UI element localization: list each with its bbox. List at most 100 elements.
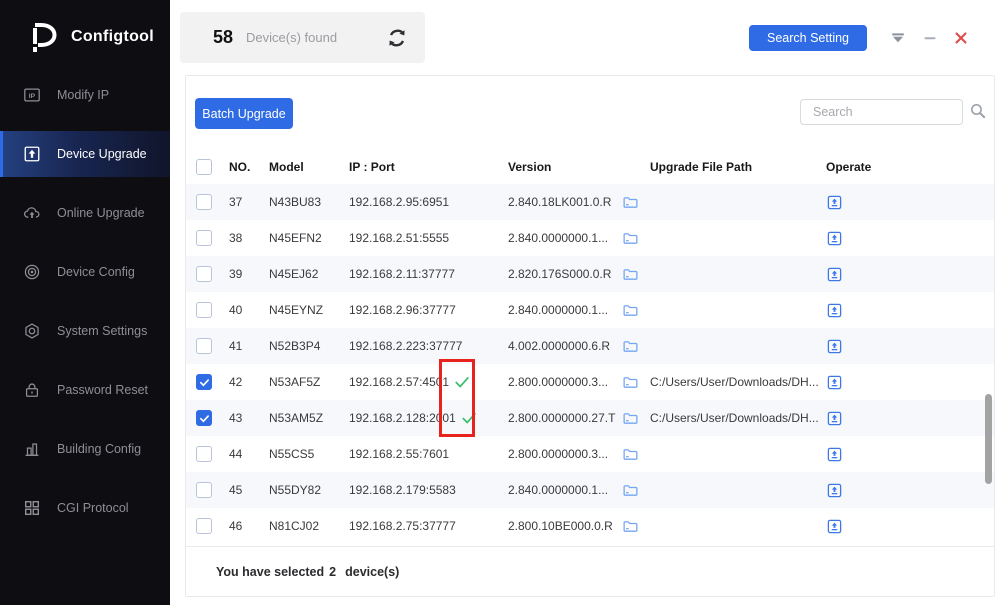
minimize-icon[interactable] bbox=[921, 29, 939, 47]
cell-model: N55CS5 bbox=[258, 447, 349, 461]
cell-version: 2.840.0000000.1... bbox=[508, 483, 622, 497]
device-count-label: Device(s) found bbox=[246, 30, 337, 45]
selection-suffix: device(s) bbox=[345, 565, 399, 579]
upload-icon[interactable] bbox=[826, 482, 994, 499]
cell-no: 40 bbox=[220, 303, 258, 317]
collapse-icon[interactable] bbox=[889, 29, 907, 47]
row-checkbox[interactable] bbox=[196, 230, 212, 246]
cell-no: 45 bbox=[220, 483, 258, 497]
configtool-window: Configtool IP Modify IP Device Upgrade Onli… bbox=[0, 0, 1000, 605]
cell-version: 2.840.0000000.1... bbox=[508, 231, 622, 245]
device-config-icon bbox=[23, 263, 41, 281]
folder-icon[interactable] bbox=[622, 266, 650, 283]
row-checkbox[interactable] bbox=[196, 302, 212, 318]
cell-no: 37 bbox=[220, 195, 258, 209]
folder-icon[interactable] bbox=[622, 302, 650, 319]
cell-no: 41 bbox=[220, 339, 258, 353]
upload-icon[interactable] bbox=[826, 446, 994, 463]
upload-icon[interactable] bbox=[826, 194, 994, 211]
row-checkbox[interactable] bbox=[196, 482, 212, 498]
row-checkbox[interactable] bbox=[196, 338, 212, 354]
table-row: 40N45EYNZ192.168.2.96:377772.840.0000000… bbox=[186, 292, 994, 328]
table-row: 46N81CJ02192.168.2.75:377772.800.10BE000… bbox=[186, 508, 994, 544]
batch-upgrade-button[interactable]: Batch Upgrade bbox=[195, 98, 293, 129]
selection-count: 2 bbox=[329, 565, 336, 579]
upgrade-success-check-icon bbox=[460, 409, 478, 427]
folder-icon[interactable] bbox=[622, 338, 650, 355]
cell-version: 2.800.0000000.3... bbox=[508, 375, 622, 389]
row-checkbox[interactable] bbox=[196, 518, 212, 534]
search-icon[interactable] bbox=[969, 102, 987, 120]
brand-title: Configtool bbox=[71, 28, 154, 46]
cell-ip-port: 192.168.2.55:7601 bbox=[349, 447, 508, 461]
device-table-card: Batch Upgrade NO. Model IP : Port Versio… bbox=[185, 75, 995, 597]
cell-ip-port: 192.168.2.57:4501 bbox=[349, 373, 508, 391]
cgi-protocol-icon bbox=[23, 499, 41, 517]
folder-icon[interactable] bbox=[622, 230, 650, 247]
refresh-icon[interactable] bbox=[385, 26, 409, 50]
sidebar-item-device-config[interactable]: Device Config bbox=[0, 249, 170, 295]
table-body: 37N43BU83192.168.2.95:69512.840.18LK001.… bbox=[186, 184, 994, 544]
upload-icon[interactable] bbox=[826, 518, 994, 535]
svg-text:IP: IP bbox=[29, 93, 36, 100]
device-count: 58 bbox=[213, 27, 233, 48]
cell-version: 2.840.18LK001.0.R bbox=[508, 195, 622, 209]
folder-icon[interactable] bbox=[622, 518, 650, 535]
folder-icon[interactable] bbox=[622, 194, 650, 211]
cell-no: 43 bbox=[220, 411, 258, 425]
upgrade-success-check-icon bbox=[453, 373, 471, 391]
upload-icon[interactable] bbox=[826, 302, 994, 319]
device-count-card: 58 Device(s) found bbox=[180, 12, 425, 63]
table-row: 42N53AF5Z192.168.2.57:45012.800.0000000.… bbox=[186, 364, 994, 400]
cell-ip-port: 192.168.2.75:37777 bbox=[349, 519, 508, 533]
header-model: Model bbox=[258, 160, 349, 174]
sidebar-item-system-settings[interactable]: System Settings bbox=[0, 308, 170, 354]
close-icon[interactable] bbox=[952, 29, 970, 47]
sidebar-item-device-upgrade[interactable]: Device Upgrade bbox=[0, 131, 170, 177]
sidebar-item-password-reset[interactable]: Password Reset bbox=[0, 367, 170, 413]
folder-icon[interactable] bbox=[622, 410, 650, 427]
cell-model: N45EYNZ bbox=[258, 303, 349, 317]
row-checkbox[interactable] bbox=[196, 446, 212, 462]
cell-no: 38 bbox=[220, 231, 258, 245]
upload-icon[interactable] bbox=[826, 266, 994, 283]
vertical-scrollbar-thumb[interactable] bbox=[985, 394, 992, 484]
cell-version: 2.800.0000000.3... bbox=[508, 447, 622, 461]
upload-icon[interactable] bbox=[826, 338, 994, 355]
sidebar-item-label: Building Config bbox=[57, 442, 141, 456]
cell-model: N81CJ02 bbox=[258, 519, 349, 533]
cell-ip-port: 192.168.2.51:5555 bbox=[349, 231, 508, 245]
row-checkbox[interactable] bbox=[196, 374, 212, 390]
sidebar-item-label: Modify IP bbox=[57, 88, 109, 102]
cell-version: 2.820.176S000.0.R bbox=[508, 267, 622, 281]
row-checkbox[interactable] bbox=[196, 194, 212, 210]
table-header: NO. Model IP : Port Version Upgrade File… bbox=[186, 149, 994, 184]
select-all-checkbox[interactable] bbox=[196, 159, 212, 175]
cell-no: 46 bbox=[220, 519, 258, 533]
header-upgrade-file-path: Upgrade File Path bbox=[650, 160, 820, 174]
cell-version: 4.002.0000000.6.R bbox=[508, 339, 622, 353]
folder-icon[interactable] bbox=[622, 482, 650, 499]
row-checkbox[interactable] bbox=[196, 410, 212, 426]
upload-icon[interactable] bbox=[826, 374, 994, 391]
upload-icon[interactable] bbox=[826, 230, 994, 247]
brand: Configtool bbox=[24, 20, 154, 54]
folder-icon[interactable] bbox=[622, 374, 650, 391]
sidebar-item-cgi-protocol[interactable]: CGI Protocol bbox=[0, 485, 170, 531]
online-upgrade-icon bbox=[23, 204, 41, 222]
sidebar-item-building-config[interactable]: Building Config bbox=[0, 426, 170, 472]
table-row: 44N55CS5192.168.2.55:76012.800.0000000.3… bbox=[186, 436, 994, 472]
cell-model: N45EFN2 bbox=[258, 231, 349, 245]
search-setting-button[interactable]: Search Setting bbox=[749, 25, 867, 51]
table-row: 43N53AM5Z192.168.2.128:20012.800.0000000… bbox=[186, 400, 994, 436]
sidebar-item-modify-ip[interactable]: IP Modify IP bbox=[0, 72, 170, 118]
folder-icon[interactable] bbox=[622, 446, 650, 463]
cell-version: 2.800.10BE000.0.R bbox=[508, 519, 622, 533]
cell-model: N52B3P4 bbox=[258, 339, 349, 353]
sidebar-item-label: Online Upgrade bbox=[57, 206, 145, 220]
upload-icon[interactable] bbox=[826, 410, 994, 427]
row-checkbox[interactable] bbox=[196, 266, 212, 282]
sidebar-item-online-upgrade[interactable]: Online Upgrade bbox=[0, 190, 170, 236]
search-input[interactable] bbox=[800, 99, 963, 125]
cell-model: N43BU83 bbox=[258, 195, 349, 209]
